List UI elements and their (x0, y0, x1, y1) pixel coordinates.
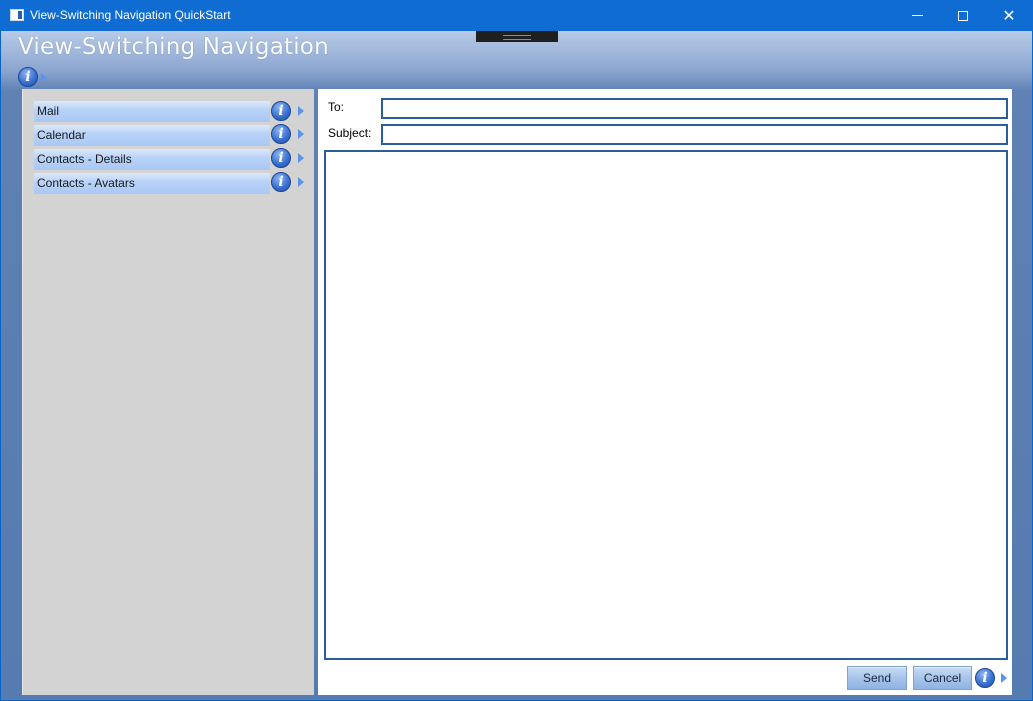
minimize-button[interactable] (894, 0, 940, 31)
mail-expand-arrow-icon[interactable] (298, 106, 304, 116)
window-title: View-Switching Navigation QuickStart (30, 8, 231, 22)
compose-info-icon[interactable]: i (975, 668, 995, 688)
app-icon (10, 9, 24, 21)
send-button[interactable]: Send (847, 666, 907, 690)
message-body-field[interactable] (324, 150, 1008, 660)
close-icon: ✕ (1002, 6, 1016, 25)
calendar-info-icon[interactable]: i (271, 124, 291, 144)
maximize-button[interactable] (940, 0, 986, 31)
client-area: View-Switching Navigation i Mail i Calen… (1, 31, 1032, 700)
page-title: View-Switching Navigation (18, 34, 329, 60)
calendar-expand-arrow-icon[interactable] (298, 129, 304, 139)
header-info-icon[interactable]: i (18, 67, 38, 87)
resize-grip[interactable] (476, 31, 558, 42)
minimize-icon (911, 15, 923, 16)
contacts-details-info-icon[interactable]: i (271, 148, 291, 168)
compose-email-view: To: Subject: Send Cancel i (318, 89, 1012, 695)
navigation-panel: Mail i Calendar i Contacts - Details i C… (22, 89, 314, 695)
subject-label: Subject: (328, 126, 372, 140)
header-expand-arrow-icon[interactable] (41, 73, 47, 83)
subject-field[interactable] (381, 124, 1008, 145)
nav-item-calendar[interactable]: Calendar (34, 125, 270, 146)
contacts-avatars-expand-arrow-icon[interactable] (298, 177, 304, 187)
title-bar: View-Switching Navigation QuickStart ✕ (0, 0, 1033, 31)
to-field[interactable] (381, 98, 1008, 119)
contacts-details-expand-arrow-icon[interactable] (298, 153, 304, 163)
cancel-button[interactable]: Cancel (913, 666, 972, 690)
close-button[interactable]: ✕ (986, 0, 1032, 31)
nav-item-mail[interactable]: Mail (34, 101, 270, 122)
compose-expand-arrow-icon[interactable] (1001, 673, 1007, 683)
maximize-icon (958, 10, 968, 21)
to-label: To: (328, 100, 345, 114)
nav-item-contacts-avatars[interactable]: Contacts - Avatars (34, 173, 270, 194)
nav-item-contacts-details[interactable]: Contacts - Details (34, 149, 270, 170)
contacts-avatars-info-icon[interactable]: i (271, 172, 291, 192)
mail-info-icon[interactable]: i (271, 101, 291, 121)
